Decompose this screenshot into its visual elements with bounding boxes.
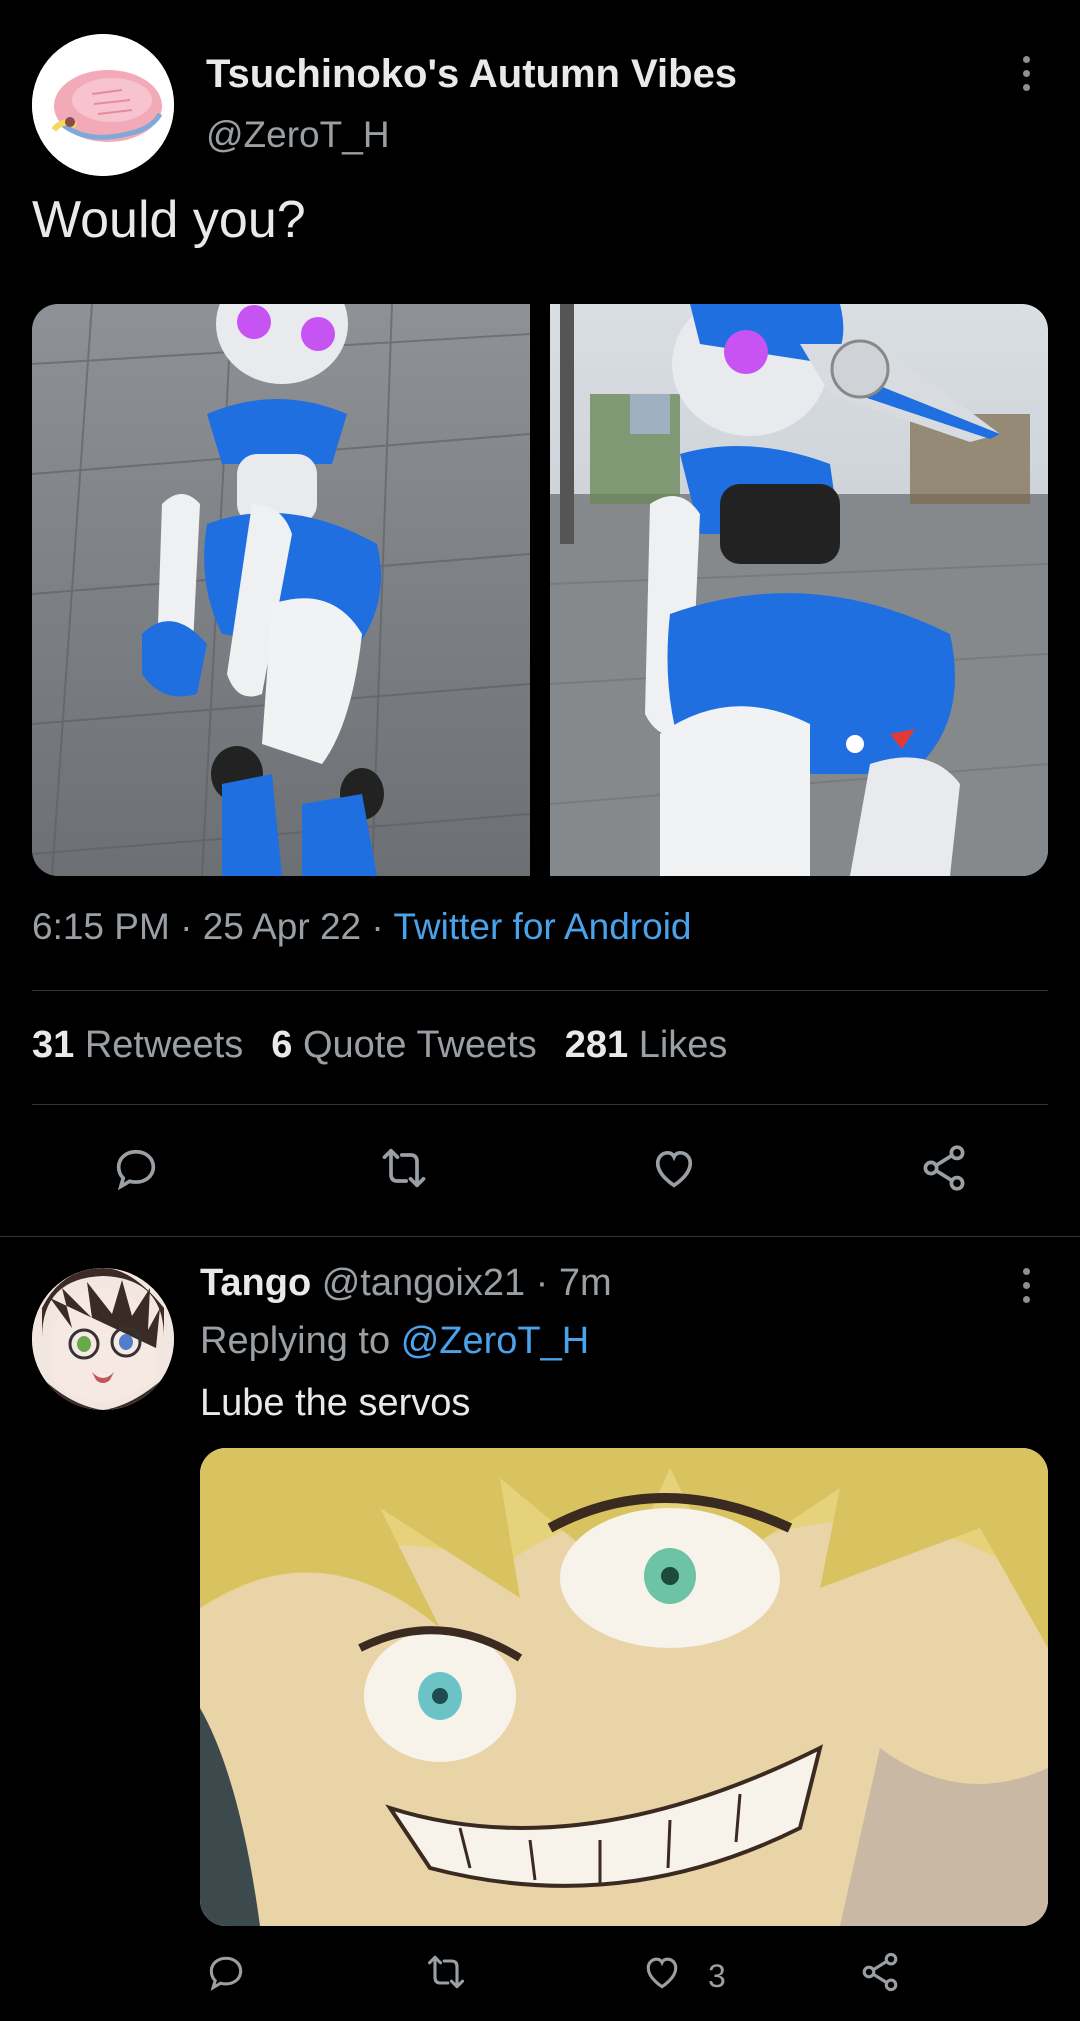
replying-prefix: Replying to [200, 1320, 391, 1362]
reply-header: Tango @tangoix21 · 7m [200, 1262, 612, 1305]
reply-author-handle[interactable]: @tangoix21 [322, 1262, 525, 1304]
media-image-left[interactable] [32, 304, 530, 876]
reply-author-avatar[interactable] [32, 1268, 174, 1410]
like-icon[interactable] [648, 1142, 700, 1194]
retweets-count: 31 [32, 1024, 75, 1066]
replying-mention-link[interactable]: @ZeroT_H [401, 1320, 590, 1362]
author-name[interactable]: Tsuchinoko's Autumn Vibes [206, 52, 737, 97]
retweet-icon[interactable] [424, 1950, 468, 1994]
tweet-source-link[interactable]: Twitter for Android [393, 906, 691, 947]
more-dot [1022, 84, 1030, 91]
author-handle[interactable]: @ZeroT_H [206, 114, 390, 156]
retweet-icon[interactable] [378, 1142, 430, 1194]
robot-photo-front [32, 304, 530, 876]
more-dot [1022, 1282, 1030, 1289]
meta-separator: · [361, 906, 394, 947]
tweet-meta: 6:15 PM · 25 Apr 22 · Twitter for Androi… [32, 906, 692, 948]
tweet-text: Would you? [32, 191, 306, 249]
reply-avatar-image [32, 1268, 174, 1410]
reply-text: Lube the servos [200, 1382, 471, 1424]
divider [32, 990, 1048, 991]
more-dot [1022, 1268, 1030, 1275]
replying-to: Replying to @ZeroT_H [200, 1320, 589, 1363]
more-options-button[interactable] [1016, 56, 1036, 98]
likes-label: Likes [638, 1024, 728, 1066]
quotes-count: 6 [271, 1024, 293, 1066]
divider [32, 1104, 1048, 1105]
reply-like-count: 3 [708, 1958, 726, 1994]
reply-actions [0, 1950, 1080, 2010]
meta-separator: · [169, 906, 203, 947]
avatar-image [32, 34, 174, 176]
robot-photo-back [550, 304, 1048, 876]
share-icon[interactable] [858, 1950, 902, 1994]
reply-more-options-button[interactable] [1016, 1268, 1036, 1310]
tweet-media [32, 304, 1048, 876]
tweet-time: 6:15 PM [32, 906, 170, 947]
tweet-stats: 31 Retweets 6 Quote Tweets 281 Likes [32, 1024, 727, 1067]
retweets-label: Retweets [84, 1024, 244, 1066]
author-avatar[interactable] [32, 34, 174, 176]
reply-icon[interactable] [110, 1142, 162, 1194]
meta-separator: · [525, 1262, 559, 1304]
reply-author-name[interactable]: Tango [200, 1262, 311, 1304]
likes-count: 281 [564, 1024, 629, 1066]
tweet-date: 25 Apr 22 [202, 906, 362, 947]
tweet-actions [0, 1142, 1080, 1202]
reply-time: 7m [558, 1262, 612, 1304]
more-dot [1022, 70, 1030, 77]
more-dot [1022, 1296, 1030, 1303]
reply-icon[interactable] [204, 1950, 248, 1994]
likes-stat[interactable]: 281 Likes [565, 1024, 728, 1066]
share-icon[interactable] [918, 1142, 970, 1194]
quotes-stat[interactable]: 6 Quote Tweets [271, 1024, 536, 1066]
more-dot [1022, 56, 1030, 63]
reply-media-image[interactable] [200, 1448, 1048, 1926]
retweets-stat[interactable]: 31 Retweets [32, 1024, 243, 1066]
media-image-right[interactable] [550, 304, 1048, 876]
like-icon[interactable] [640, 1950, 684, 1994]
anime-face-image [200, 1448, 1048, 1926]
divider [0, 1236, 1080, 1237]
quotes-label: Quote Tweets [302, 1024, 537, 1066]
